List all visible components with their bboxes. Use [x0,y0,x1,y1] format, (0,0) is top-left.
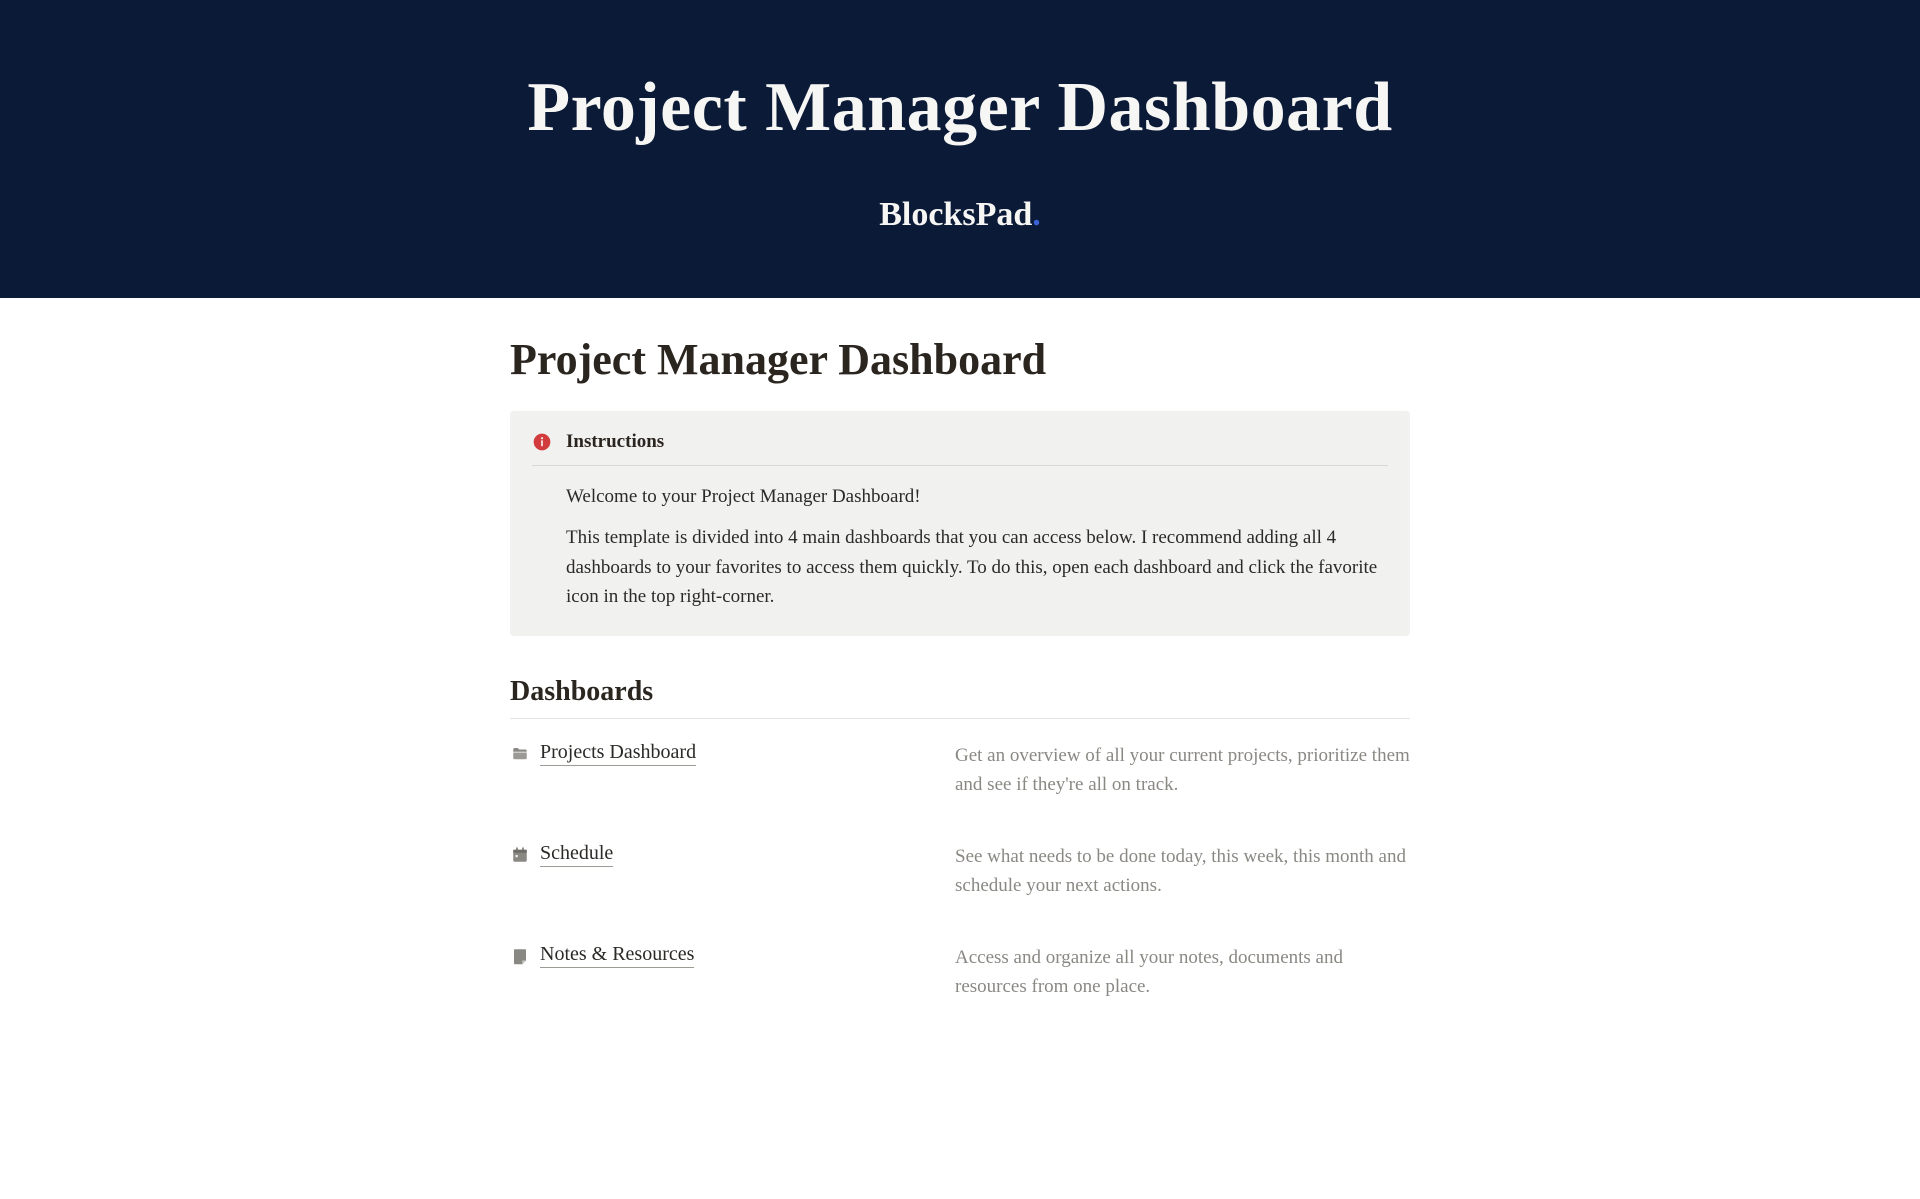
schedule-link[interactable]: Schedule [540,842,613,867]
hero-title: Project Manager Dashboard [0,68,1920,148]
notes-resources-link[interactable]: Notes & Resources [540,943,694,968]
dashboard-link-wrap: Notes & Resources [510,943,915,1002]
calendar-icon [510,845,530,865]
projects-dashboard-link[interactable]: Projects Dashboard [540,741,696,766]
instructions-welcome: Welcome to your Project Manager Dashboar… [532,482,1388,511]
instructions-body: Welcome to your Project Manager Dashboar… [532,482,1388,612]
hero-brand: BlocksPad. [0,196,1920,234]
instructions-label: Instructions [566,431,664,453]
dashboard-link-wrap: Projects Dashboard [510,741,915,800]
brand-dot: . [1032,196,1041,233]
dashboard-row-projects: Projects Dashboard Get an overview of al… [510,741,1410,800]
dashboard-row-notes: Notes & Resources Access and organize al… [510,943,1410,1002]
info-icon [532,432,552,452]
callout-header: Instructions [532,431,1388,466]
instructions-callout: Instructions Welcome to your Project Man… [510,411,1410,636]
page-content: Project Manager Dashboard Instructions W… [510,298,1410,1123]
projects-dashboard-description: Get an overview of all your current proj… [955,741,1410,800]
brand-name: BlocksPad [879,196,1032,233]
dashboard-row-schedule: Schedule See what needs to be done today… [510,842,1410,901]
instructions-text: This template is divided into 4 main das… [532,523,1388,611]
page-title: Project Manager Dashboard [510,334,1410,385]
dashboard-link-wrap: Schedule [510,842,915,901]
folder-icon [510,744,530,764]
notes-resources-description: Access and organize all your notes, docu… [955,943,1410,1002]
dashboards-heading: Dashboards [510,676,1410,719]
schedule-description: See what needs to be done today, this we… [955,842,1410,901]
hero-banner: Project Manager Dashboard BlocksPad. [0,0,1920,298]
note-icon [510,946,530,966]
